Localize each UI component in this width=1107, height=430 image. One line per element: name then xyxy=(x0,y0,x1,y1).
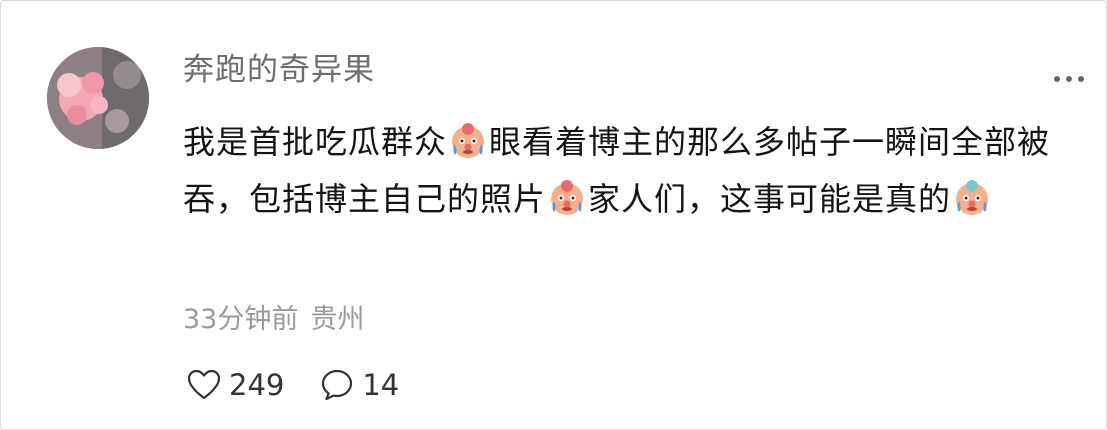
comment-meta: 33分钟前 贵州 xyxy=(183,303,364,337)
comment-actions: 249 14 xyxy=(187,365,399,405)
comment-text: 我是首批吃瓜群众 眼看着博主的那么多帖子一瞬间全部被吞，包括博主自己的照片 家人… xyxy=(183,114,1063,228)
reply-count: 14 xyxy=(362,368,400,402)
crying-clown-emoji xyxy=(448,121,488,159)
comment-bubble-icon xyxy=(320,368,354,402)
comment-card: 奔跑的奇异果 我是首批吃瓜群众 眼看着博主的那么多帖子一瞬间全部被吞，包括博主自… xyxy=(0,0,1107,430)
comment-text-part-1: 我是首批吃瓜群众 xyxy=(183,123,448,161)
reply-button[interactable]: 14 xyxy=(320,368,399,402)
crying-clown-emoji xyxy=(952,178,992,216)
location: 贵州 xyxy=(310,304,365,335)
more-dots-icon[interactable] xyxy=(1049,65,1089,93)
heart-icon xyxy=(187,369,221,401)
timestamp: 33分钟前 xyxy=(183,304,299,335)
crying-clown-emoji xyxy=(547,178,587,216)
like-count: 249 xyxy=(229,368,285,402)
comment-text-part-3: 家人们，这事可能是真的 xyxy=(588,180,952,218)
username[interactable]: 奔跑的奇异果 xyxy=(183,51,375,89)
avatar[interactable] xyxy=(47,47,149,149)
like-button[interactable]: 249 xyxy=(187,368,284,402)
